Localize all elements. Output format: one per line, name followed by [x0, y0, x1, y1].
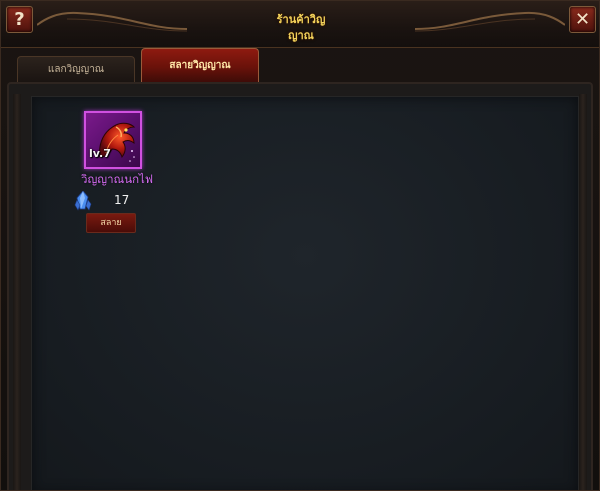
- tab-salvage-spirit[interactable]: สลายวิญญาณ: [141, 48, 259, 82]
- tab-exchange-spirit[interactable]: แลกวิญญาณ: [17, 56, 135, 82]
- tab-salvage-spirit-label: สลายวิญญาณ: [169, 60, 231, 71]
- title-bar: ร้านค้าวิญ ญาณ ? ✕: [1, 1, 599, 48]
- blue-crystal-icon: [74, 191, 92, 211]
- item-level: lv.7: [89, 147, 111, 160]
- panel-rail-left: [13, 94, 21, 490]
- window-title-line1: ร้านค้าวิญ: [276, 13, 326, 26]
- content-panel: lv.7 วิญญาณนกไฟ 17 สลาย: [7, 82, 593, 490]
- item-quantity: 17: [114, 193, 130, 207]
- item-name: วิญญาณนกไฟ: [81, 172, 153, 186]
- item-grid: lv.7 วิญญาณนกไฟ 17 สลาย: [31, 96, 579, 490]
- window-title-line2: ญาณ: [288, 29, 314, 42]
- item-quantity-row: 17: [74, 191, 154, 211]
- spirit-shop-window: ร้านค้าวิญ ญาณ ? ✕ แลกวิญญาณ สลายวิญญาณ: [0, 0, 600, 491]
- close-icon: ✕: [574, 9, 591, 30]
- help-button[interactable]: ?: [6, 6, 33, 33]
- salvage-button-label: สลาย: [100, 218, 122, 228]
- panel-rail-right: [579, 94, 587, 490]
- tab-exchange-spirit-label: แลกวิญญาณ: [47, 64, 105, 75]
- salvage-button[interactable]: สลาย: [86, 213, 136, 233]
- item-slot[interactable]: lv.7: [84, 111, 142, 169]
- window-title: ร้านค้าวิญ ญาณ: [1, 12, 599, 44]
- close-button[interactable]: ✕: [569, 6, 596, 33]
- help-icon: ?: [14, 9, 25, 30]
